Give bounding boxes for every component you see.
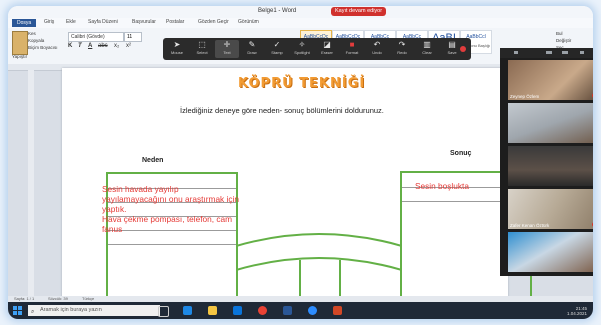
tab-file[interactable]: Dosya (12, 19, 37, 27)
undo-icon: ↶ (373, 40, 381, 49)
annotate-text-button[interactable]: ✛ Text (215, 40, 239, 58)
document-page[interactable]: KÖPRÜ TEKNİĞİ İzlediğiniz deneye göre ne… (62, 68, 532, 304)
word-icon[interactable] (283, 306, 292, 315)
annotation-toolbar: ➤ Mouse ⬚ Select ✛ Text ✎ Draw ✓ Stamp ✧ Spotl… (163, 38, 471, 60)
font-name-select[interactable]: Calibri (Gövde) (68, 32, 124, 42)
annotate-undo-button[interactable]: ↶ Undo (365, 40, 389, 58)
find-button[interactable]: Bul (556, 31, 563, 36)
zoom-panel-header (500, 48, 593, 58)
select-icon: ⬚ (198, 40, 206, 49)
language-indicator[interactable]: Türkçe (82, 296, 94, 301)
zoom-icon[interactable] (308, 306, 317, 315)
format-painter-button[interactable]: Biçim Boyacısı (28, 45, 58, 50)
store-icon[interactable] (233, 306, 242, 315)
screenshot-frame: Belge1 - Word Kayıt devam ediyor Dosya G… (8, 6, 593, 319)
tab-page-layout[interactable]: Sayfa Düzeni (88, 19, 118, 25)
eraser-icon: ◪ (323, 40, 331, 49)
annotate-stamp-button[interactable]: ✓ Stamp (265, 40, 289, 58)
paste-label: Yapıştır (12, 54, 28, 59)
cut-button[interactable]: Kes (28, 31, 36, 36)
search-icon: ⌕ (31, 309, 35, 315)
cause-handwriting: Sesin havada yayılıp yayılamayacağını on… (102, 184, 239, 234)
effect-label: Sonuç (450, 150, 472, 157)
participant-video-3[interactable] (508, 146, 593, 186)
format-icon: ■ (349, 40, 355, 49)
annotate-format-button[interactable]: ■ Format (340, 40, 364, 58)
vertical-ruler (28, 70, 34, 296)
participant-video-2[interactable] (508, 103, 593, 143)
windows-start-icon[interactable] (13, 306, 22, 315)
replace-button[interactable]: Değiştir (556, 38, 571, 43)
annotate-redo-button[interactable]: ↷ Redo (390, 40, 414, 58)
muted-mic-icon (592, 93, 593, 98)
window-title: Belge1 - Word (258, 8, 297, 14)
participant-video-4[interactable]: Zafer Kenan Öztürk (508, 189, 593, 229)
file-explorer-icon[interactable] (208, 306, 217, 315)
expand-icon[interactable] (580, 51, 584, 54)
pen-icon: ✎ (248, 40, 256, 49)
annotate-select-button[interactable]: ⬚ Select (190, 40, 214, 58)
copy-button[interactable]: Kopyala (28, 38, 44, 43)
annotate-spotlight-button[interactable]: ✧ Spotlight (290, 40, 314, 58)
page-count: Sayfa: 1 / 1 (14, 296, 35, 301)
paste-button[interactable] (12, 31, 28, 55)
task-view-icon[interactable] (158, 306, 169, 317)
cause-label: Neden (142, 157, 164, 164)
minimize-icon[interactable] (514, 51, 518, 54)
text-icon: ✛ (223, 40, 231, 49)
muted-mic-icon (592, 222, 593, 227)
powerpoint-icon[interactable] (333, 306, 342, 315)
tab-references[interactable]: Başvurular (132, 19, 156, 25)
edge-icon[interactable] (183, 306, 192, 315)
recording-indicator[interactable]: Kayıt devam ediyor (331, 7, 387, 16)
tab-mailings[interactable]: Postalar (166, 19, 184, 25)
taskbar: ⌕ Aramak için buraya yazın 21:45 1.04.20… (8, 302, 593, 319)
system-clock[interactable]: 21:45 1.04.2021 (567, 306, 587, 316)
mouse-pointer-icon: ➤ (173, 40, 181, 49)
instruction-text: İzlediğiniz deneye göre neden- sonuç böl… (180, 106, 384, 115)
tab-insert[interactable]: Ekle (66, 19, 76, 25)
stop-annotation-icon[interactable] (460, 46, 466, 52)
annotate-eraser-button[interactable]: ◪ Eraser (315, 40, 339, 58)
italic-button[interactable]: T (78, 43, 82, 49)
font-size-select[interactable]: 11 (124, 32, 142, 42)
spotlight-icon: ✧ (298, 40, 306, 49)
chrome-icon[interactable] (258, 306, 267, 315)
annotate-clear-button[interactable]: ▥ Clear (415, 40, 439, 58)
zoom-participants-panel: Zeynep Özlem Zafer Kenan Öztürk (500, 48, 593, 276)
speaker-view-icon[interactable] (562, 51, 568, 54)
stamp-icon: ✓ (273, 40, 281, 49)
document-title: KÖPRÜ TEKNİĞİ (238, 76, 366, 91)
clear-icon: ▥ (423, 40, 431, 49)
bold-button[interactable]: K (68, 43, 72, 49)
participant-video-1[interactable]: Zeynep Özlem (508, 60, 593, 100)
taskbar-search-input[interactable]: ⌕ Aramak için buraya yazın (28, 305, 160, 316)
redo-icon: ↷ (398, 40, 406, 49)
gallery-view-icon[interactable] (546, 51, 552, 54)
tab-review[interactable]: Gözden Geçir (198, 19, 229, 25)
title-bar: Belge1 - Word Kayıt devam ediyor (8, 6, 593, 18)
strikethrough-button[interactable]: abc (98, 43, 108, 49)
bridge-arches (236, 233, 402, 298)
underline-button[interactable]: A (88, 43, 92, 49)
annotate-draw-button[interactable]: ✎ Draw (240, 40, 264, 58)
annotate-mouse-button[interactable]: ➤ Mouse (165, 40, 189, 58)
superscript-button[interactable]: x² (126, 43, 131, 49)
tab-home[interactable]: Giriş (44, 19, 54, 25)
participant-video-5[interactable] (508, 232, 593, 272)
subscript-button[interactable]: x₂ (114, 43, 119, 49)
word-count: Sözcük: 39 (48, 296, 68, 301)
tab-view[interactable]: Görünüm (238, 19, 259, 25)
